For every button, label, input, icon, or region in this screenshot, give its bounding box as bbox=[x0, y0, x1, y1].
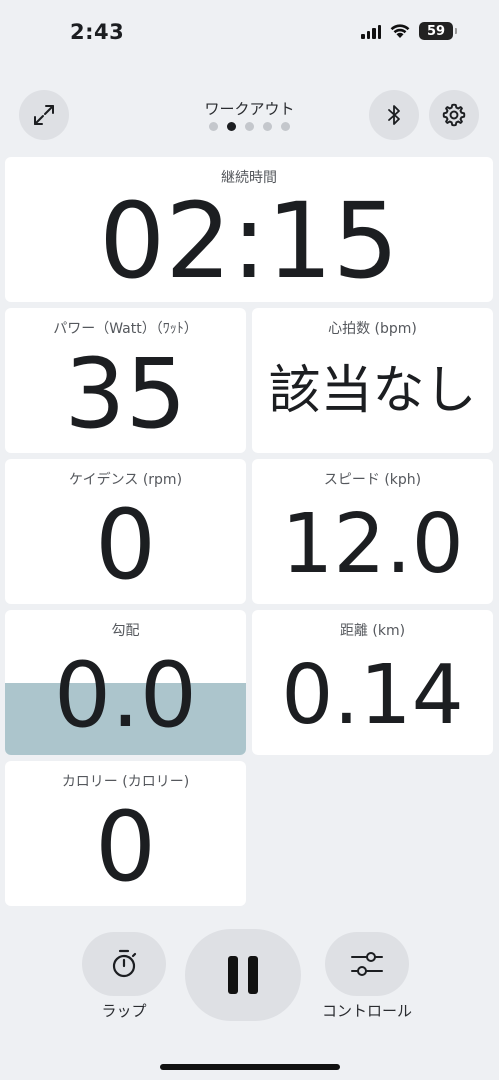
calories-label: カロリー (カロリー) bbox=[61, 774, 190, 790]
sliders-icon bbox=[351, 952, 383, 976]
bluetooth-icon bbox=[388, 105, 400, 125]
distance-label: 距離 (km) bbox=[339, 623, 406, 639]
control-label[interactable]: コントロール bbox=[309, 1000, 425, 1021]
status-icons: 59 bbox=[361, 22, 457, 40]
incline-tile[interactable]: 勾配 0.0 bbox=[5, 610, 246, 755]
speed-value: 12.0 bbox=[281, 497, 464, 592]
heart-rate-value: 該当なし bbox=[268, 361, 477, 421]
distance-tile[interactable]: 距離 (km) 0.14 bbox=[252, 610, 493, 755]
power-tile[interactable]: パワー（Watt）（ﾜｯﾄ） 35 bbox=[5, 308, 246, 453]
lap-button[interactable] bbox=[82, 932, 166, 996]
speed-label: スピード (kph) bbox=[323, 472, 422, 488]
distance-value: 0.14 bbox=[281, 648, 464, 743]
signal-icon bbox=[361, 23, 381, 39]
power-label: パワー（Watt）（ﾜｯﾄ） bbox=[53, 321, 198, 337]
calories-value: 0 bbox=[94, 791, 157, 903]
settings-button[interactable] bbox=[429, 90, 479, 140]
page-dot[interactable] bbox=[245, 122, 254, 131]
incline-label: 勾配 bbox=[111, 623, 140, 639]
page-dot[interactable] bbox=[209, 122, 218, 131]
duration-value: 02:15 bbox=[99, 180, 399, 302]
duration-tile[interactable]: 継続時間 02:15 bbox=[5, 157, 493, 302]
home-indicator[interactable] bbox=[160, 1064, 340, 1070]
cadence-label: ケイデンス (rpm) bbox=[68, 472, 183, 488]
cadence-value: 0 bbox=[94, 489, 157, 601]
page-dot[interactable] bbox=[281, 122, 290, 131]
pause-icon bbox=[228, 956, 258, 994]
stopwatch-icon bbox=[112, 949, 137, 978]
header: ワークアウト bbox=[0, 90, 499, 142]
power-value: 35 bbox=[64, 338, 187, 450]
pause-button[interactable] bbox=[185, 929, 301, 1021]
speed-tile[interactable]: スピード (kph) 12.0 bbox=[252, 459, 493, 604]
calories-tile[interactable]: カロリー (カロリー) 0 bbox=[5, 761, 246, 906]
page-title: ワークアウト bbox=[204, 100, 295, 118]
lap-label[interactable]: ラップ bbox=[82, 1000, 166, 1021]
incline-value: 0.0 bbox=[53, 643, 198, 748]
wifi-icon bbox=[390, 24, 410, 38]
status-time: 2:43 bbox=[70, 20, 125, 44]
status-bar: 2:43 59 bbox=[0, 0, 499, 70]
battery-level: 59 bbox=[426, 23, 446, 39]
heart-rate-tile[interactable]: 心拍数 (bpm) 該当なし bbox=[252, 308, 493, 453]
page-indicator[interactable] bbox=[0, 122, 499, 131]
heart-rate-label: 心拍数 (bpm) bbox=[328, 321, 417, 337]
gear-icon bbox=[442, 103, 466, 127]
bluetooth-button[interactable] bbox=[369, 90, 419, 140]
battery-icon: 59 bbox=[419, 22, 457, 40]
page-dot-active[interactable] bbox=[227, 122, 236, 131]
control-button[interactable] bbox=[325, 932, 409, 996]
page-dot[interactable] bbox=[263, 122, 272, 131]
cadence-tile[interactable]: ケイデンス (rpm) 0 bbox=[5, 459, 246, 604]
